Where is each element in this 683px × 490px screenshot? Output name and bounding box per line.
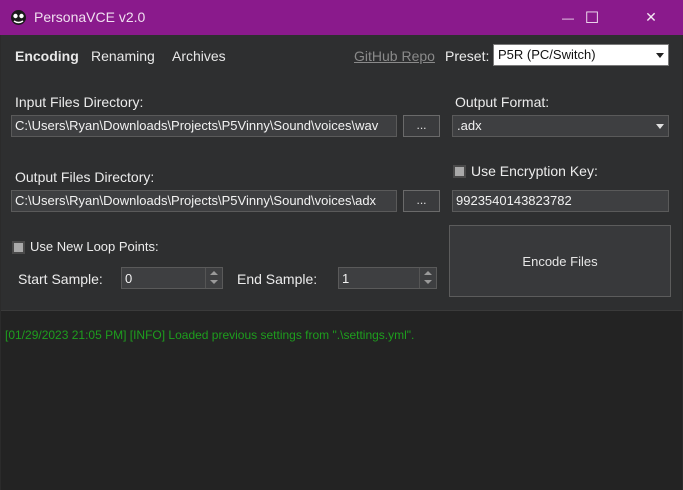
encode-files-button[interactable]: Encode Files [449,225,671,297]
end-sample-stepper[interactable]: 1 [338,267,437,289]
maximize-icon: ☐ [584,9,600,27]
app-logo-icon [11,10,26,25]
encryption-key-field[interactable]: 9923540143823782 [452,190,669,212]
start-sample-value: 0 [125,271,133,286]
tab-encoding[interactable]: Encoding [15,48,79,64]
down-arrow-icon[interactable] [424,280,432,284]
encryption-checkbox[interactable] [453,165,466,178]
maximize-button[interactable]: ☐ [569,0,615,35]
close-icon: ✕ [645,9,657,25]
output-format-select[interactable]: .adx [452,115,669,137]
preset-label: Preset: [445,48,490,64]
encryption-label: Use Encryption Key: [471,163,598,179]
input-directory-field[interactable]: C:\Users\Ryan\Downloads\Projects\P5Vinny… [11,115,397,137]
log-line: [01/29/2023 21:05 PM] [INFO] Loaded prev… [5,328,415,342]
output-browse-button[interactable]: ... [403,190,440,212]
down-arrow-icon[interactable] [210,280,218,284]
encoding-form: Encoding Renaming Archives GitHub Repo P… [1,35,682,310]
output-directory-field[interactable]: C:\Users\Ryan\Downloads\Projects\P5Vinny… [11,190,397,212]
preset-select[interactable]: P5R (PC/Switch) [493,44,669,66]
window-title: PersonaVCE v2.0 [34,9,146,25]
end-sample-label: End Sample: [237,271,318,287]
title-bar: PersonaVCE v2.0 — ☐ ✕ [0,0,683,35]
tab-archives[interactable]: Archives [172,48,226,64]
preset-value: P5R (PC/Switch) [498,47,596,62]
output-directory-label: Output Files Directory: [15,169,155,185]
loop-points-checkbox[interactable] [12,241,25,254]
input-browse-button[interactable]: ... [403,115,440,137]
chevron-down-icon [656,53,664,58]
start-sample-spin[interactable] [205,268,222,288]
up-arrow-icon[interactable] [210,271,218,275]
end-sample-value: 1 [342,271,350,286]
chevron-down-icon [656,124,664,129]
output-format-value: .adx [457,118,482,133]
start-sample-label: Start Sample: [18,271,103,287]
log-console[interactable]: [01/29/2023 21:05 PM] [INFO] Loaded prev… [1,310,682,490]
input-directory-label: Input Files Directory: [15,94,144,110]
end-sample-spin[interactable] [419,268,436,288]
up-arrow-icon[interactable] [424,271,432,275]
encode-files-label: Encode Files [522,253,598,269]
loop-points-label: Use New Loop Points: [30,239,159,254]
tab-renaming[interactable]: Renaming [91,48,155,64]
main-window: Encoding Renaming Archives GitHub Repo P… [1,35,682,490]
start-sample-stepper[interactable]: 0 [121,267,223,289]
github-repo-link[interactable]: GitHub Repo [354,48,435,64]
close-button[interactable]: ✕ [628,0,674,35]
output-format-label: Output Format: [455,94,550,110]
